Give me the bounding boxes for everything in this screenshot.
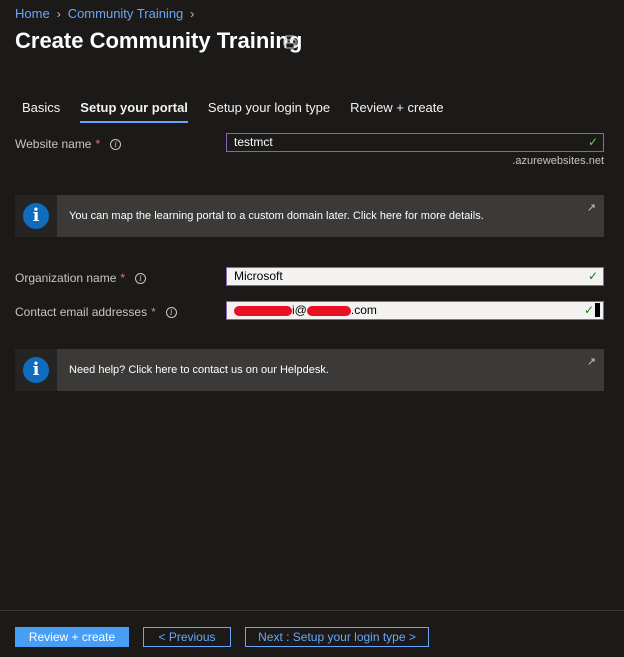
required-asterisk: * [95, 137, 101, 151]
banner-text: Need help? Click here to contact us on o… [69, 364, 329, 376]
breadcrumb-community-training-link[interactable]: Community Training [68, 6, 184, 21]
domain-suffix: .azurewebsites.net [512, 155, 604, 167]
external-link-icon[interactable]: ↗ [587, 355, 596, 368]
tab-setup-login-type[interactable]: Setup your login type [208, 100, 330, 123]
print-icon[interactable] [283, 35, 297, 49]
info-icon[interactable]: i [165, 306, 177, 318]
breadcrumb-home-link[interactable]: Home [15, 6, 50, 21]
org-name-input[interactable]: Microsoft ✓ [226, 267, 604, 286]
checkmark-icon: ✓ [587, 135, 598, 149]
redaction-mark [306, 305, 351, 316]
info-icon[interactable]: i [110, 138, 122, 150]
website-name-input[interactable]: testmct ✓ [226, 133, 604, 152]
tab-basics[interactable]: Basics [22, 100, 60, 123]
footer-divider [0, 610, 624, 611]
external-link-icon[interactable]: ↗ [587, 201, 596, 214]
info-icon: i [23, 203, 49, 229]
tab-setup-portal[interactable]: Setup your portal [80, 100, 188, 123]
banner-text: You can map the learning portal to a cus… [69, 210, 484, 222]
tab-bar: Basics Setup your portal Setup your logi… [22, 100, 464, 123]
contact-email-input[interactable]: i@ .com ✓ [226, 301, 604, 320]
previous-button[interactable]: < Previous [143, 627, 231, 647]
website-name-label: Website name * i [15, 137, 122, 151]
checkmark-icon: ✓ [587, 269, 598, 283]
review-create-button[interactable]: Review + create [15, 627, 129, 647]
required-asterisk: * [120, 271, 126, 285]
chevron-right-icon: › [190, 6, 195, 21]
chevron-right-icon: › [56, 6, 61, 21]
info-icon: i [23, 357, 49, 383]
checkmark-icon: ✓ [583, 303, 594, 317]
contact-email-label: Contact email addresses * i [15, 305, 177, 319]
custom-domain-banner[interactable]: i You can map the learning portal to a c… [15, 195, 604, 237]
page-title: Create Community Training [15, 28, 303, 53]
org-name-label: Organization name * i [15, 271, 147, 285]
next-button[interactable]: Next : Setup your login type > [245, 627, 429, 647]
breadcrumb: Home › Community Training › [15, 6, 201, 21]
tab-review-create[interactable]: Review + create [350, 100, 444, 123]
required-asterisk: * [151, 305, 156, 319]
redaction-mark [234, 305, 292, 316]
info-icon[interactable]: i [135, 272, 147, 284]
helpdesk-banner[interactable]: i Need help? Click here to contact us on… [15, 349, 604, 391]
